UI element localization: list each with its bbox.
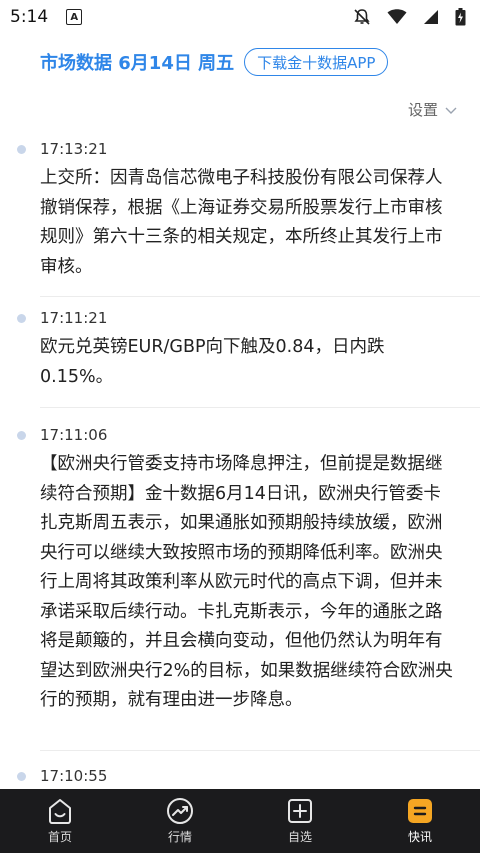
status-bar: 5:14 A: [0, 0, 480, 34]
news-time: 17:11:06: [40, 426, 108, 444]
settings-label: 设置: [407, 101, 438, 119]
nav-watchlist-label: 自选: [287, 830, 312, 844]
nav-market-label: 行情: [167, 830, 192, 844]
page-title: 市场数据 6月14日 周五: [40, 53, 235, 74]
news-text: 欧元兑英镑EUR/GBP向下触及0.84，日内跌0.15%。: [40, 337, 385, 387]
news-time: 17:11:21: [40, 309, 108, 327]
wifi-icon: [387, 9, 407, 25]
news-item[interactable]: 17:10:55: [0, 751, 480, 787]
news-item[interactable]: 17:13:21 上交所：因青岛信芯微电子科技股份有限公司保荐人撤销保荐，根据《…: [0, 138, 480, 286]
news-text: 上交所：因青岛信芯微电子科技股份有限公司保荐人撤销保荐，根据《上海证券交易所股票…: [40, 168, 443, 277]
news-item[interactable]: 17:11:21 欧元兑英镑EUR/GBP向下触及0.84，日内跌0.15%。: [0, 297, 480, 397]
nav-flash-news[interactable]: 快讯: [360, 789, 480, 853]
nav-watchlist[interactable]: 自选: [240, 789, 360, 853]
nav-flash-news-label: 快讯: [407, 830, 432, 844]
flash-news-icon: [406, 797, 434, 825]
timeline-dot: [17, 772, 26, 781]
news-feed: 17:13:21 上交所：因青岛信芯微电子科技股份有限公司保荐人撤销保荐，根据《…: [0, 138, 480, 787]
nav-market[interactable]: 行情: [120, 789, 240, 853]
status-time: 5:14: [10, 7, 49, 27]
mute-icon: [353, 8, 371, 26]
home-icon: [46, 797, 74, 825]
watchlist-icon: [286, 797, 314, 825]
market-icon: [166, 797, 194, 825]
nav-home[interactable]: 首页: [0, 789, 120, 853]
battery-icon: [455, 8, 466, 26]
app-notification-icon: A: [66, 9, 83, 25]
news-time: 17:13:21: [40, 140, 108, 158]
status-icons: [353, 8, 466, 26]
download-app-button[interactable]: 下载金十数据APP: [244, 48, 389, 76]
signal-icon: [423, 9, 439, 25]
timeline-dot: [17, 314, 26, 323]
bottom-nav: 首页 行情 自选 快讯: [0, 789, 480, 853]
news-time: 17:10:55: [40, 767, 108, 785]
news-text: 【欧洲央行管委支持市场降息押注，但前提是数据继续符合预期】金十数据6月14日讯，…: [40, 454, 453, 710]
page-header: 市场数据 6月14日 周五 下载金十数据APP: [40, 48, 389, 76]
settings-dropdown[interactable]: 设置: [408, 99, 458, 120]
timeline-dot: [17, 431, 26, 440]
timeline-dot: [17, 145, 26, 154]
chevron-down-icon: [444, 101, 458, 119]
news-item[interactable]: 17:11:06 【欧洲央行管委支持市场降息押注，但前提是数据继续符合预期】金十…: [0, 408, 480, 738]
nav-home-label: 首页: [47, 830, 72, 844]
